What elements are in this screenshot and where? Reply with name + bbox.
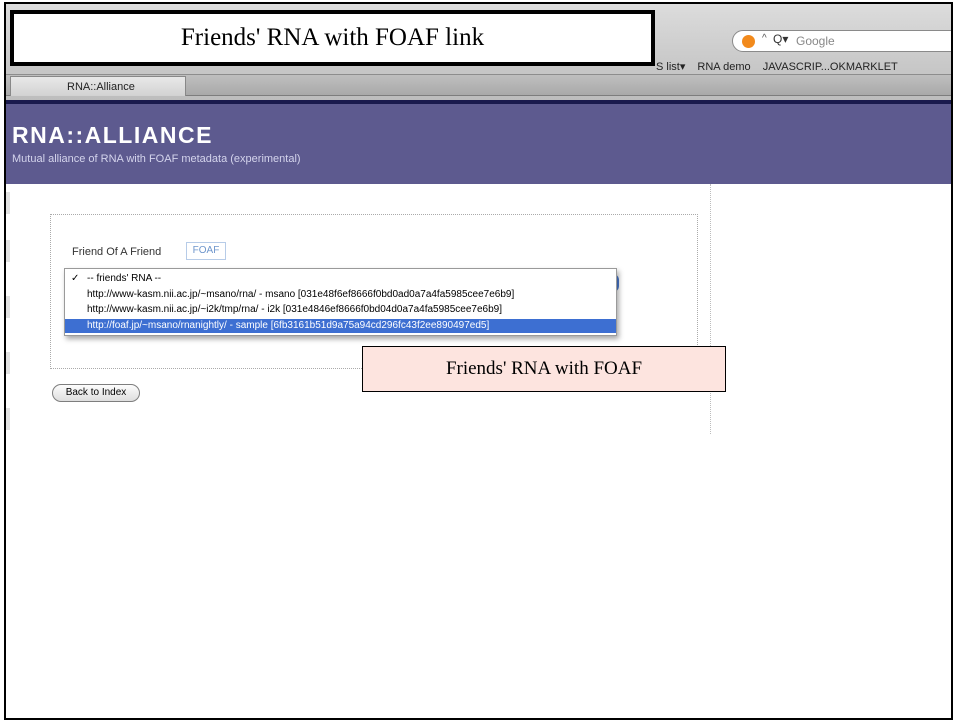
foaf-label: Friend Of A Friend	[72, 246, 162, 258]
foaf-badge[interactable]: FOAF	[186, 242, 226, 260]
back-to-index-button[interactable]: Back to Index	[52, 384, 140, 402]
content-divider	[710, 184, 711, 434]
chevron-down-icon[interactable]: ^	[762, 33, 767, 44]
site-title: RNA::ALLIANCE	[12, 122, 213, 148]
dropdown-option-selected[interactable]: http://foaf.jp/~msano/rnanightly/ - samp…	[65, 319, 616, 333]
search-icon: Q▾	[773, 32, 789, 46]
dropdown-option[interactable]: http://www-kasm.nii.ac.jp/~msano/rna/ - …	[65, 288, 616, 302]
checkmark-icon: ✓	[71, 273, 80, 284]
slide-caption: Friends' RNA with FOAF	[362, 346, 726, 392]
slide-title: Friends' RNA with FOAF link	[10, 10, 655, 66]
dropdown-option-label: http://www-kasm.nii.ac.jp/~msano/rna/ - …	[87, 289, 515, 300]
browser-tab[interactable]: RNA::Alliance	[10, 76, 186, 96]
feed-icon[interactable]	[742, 35, 755, 48]
bookmarks-bar: S list▾ RNA demo JAVASCRIP...OKMARKLET	[656, 60, 907, 73]
dropdown-option-label: http://foaf.jp/~msano/rnanightly/ - samp…	[87, 320, 490, 331]
search-placeholder: Google	[796, 34, 835, 48]
friends-rna-dropdown[interactable]: ✓ -- friends' RNA -- http://www-kasm.nii…	[64, 268, 617, 336]
site-subtitle: Mutual alliance of RNA with FOAF metadat…	[12, 153, 301, 165]
dropdown-option-label: -- friends' RNA --	[87, 273, 162, 284]
bookmark-item[interactable]: JAVASCRIP...OKMARKLET	[763, 61, 898, 73]
bookmark-item[interactable]: S list▾	[656, 61, 685, 73]
dropdown-option[interactable]: ✓ -- friends' RNA --	[65, 272, 616, 286]
dropdown-option-label: http://www-kasm.nii.ac.jp/~i2k/tmp/rna/ …	[87, 304, 502, 315]
bookmark-item[interactable]: RNA demo	[697, 61, 750, 73]
slide-frame: ^ Q▾ Google S list▾ RNA demo JAVASCRIP..…	[4, 2, 953, 720]
dropdown-option[interactable]: http://www-kasm.nii.ac.jp/~i2k/tmp/rna/ …	[65, 303, 616, 317]
